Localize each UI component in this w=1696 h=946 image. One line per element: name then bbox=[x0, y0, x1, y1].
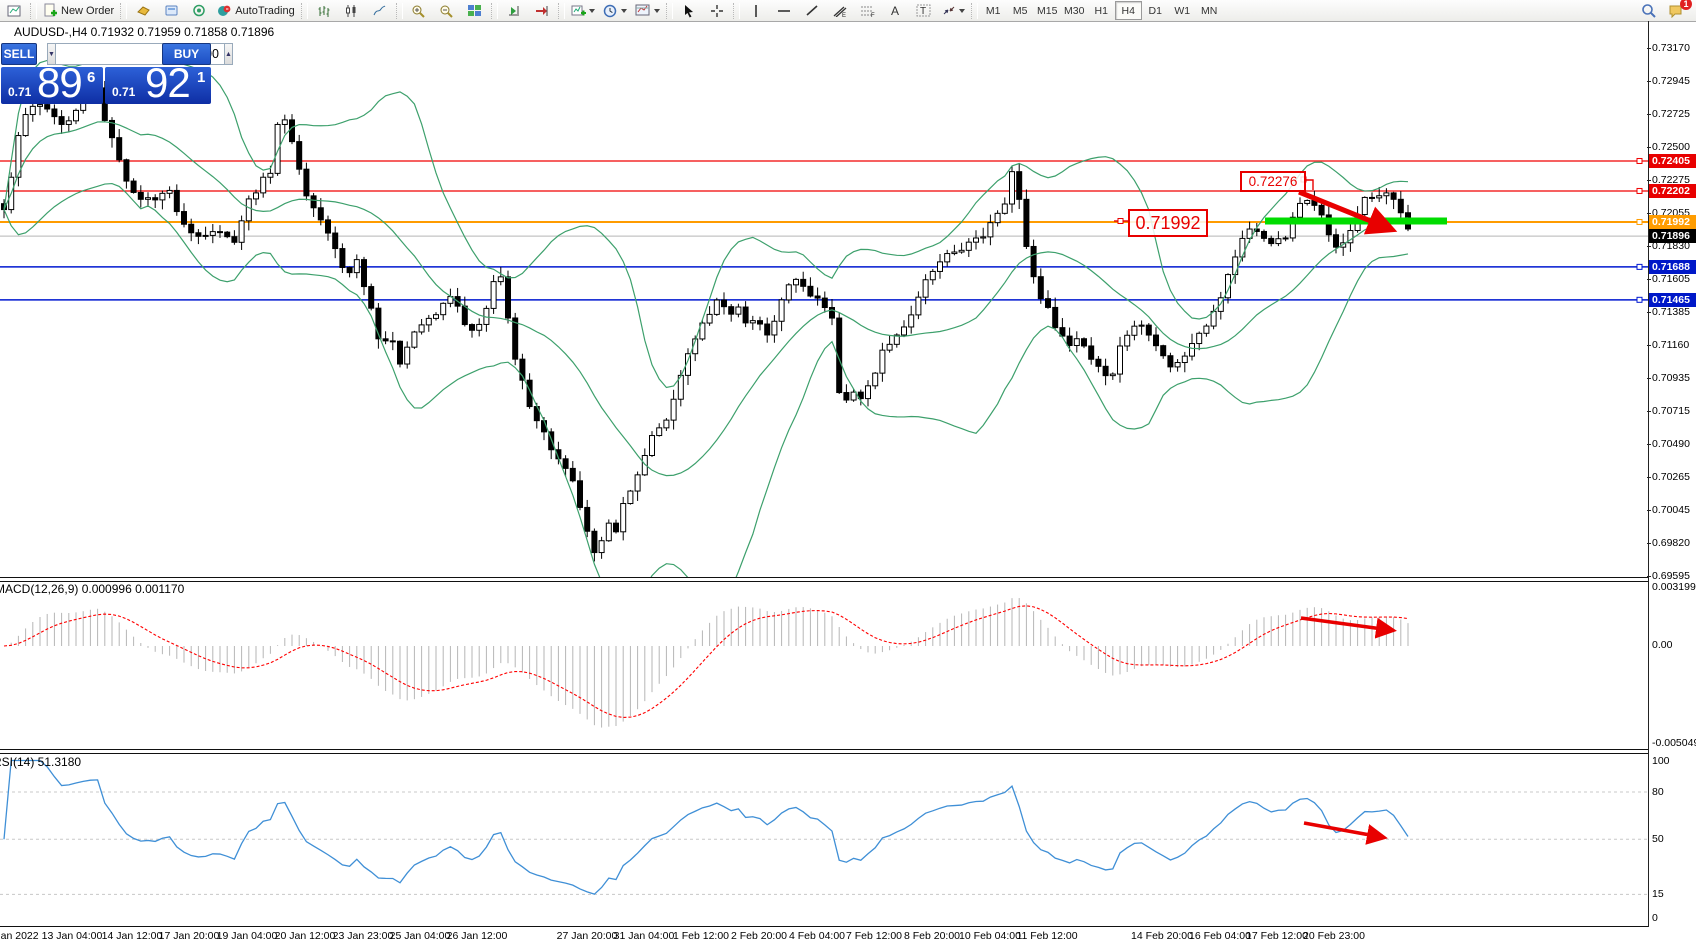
rsi-label: RSI(14) 51.3180 bbox=[0, 755, 81, 769]
time-label: 8 Feb 20:00 bbox=[904, 930, 960, 942]
price-tick-0.73170: 0.73170 bbox=[1652, 42, 1690, 54]
price-badge-0.71896: 0.71896 bbox=[1649, 229, 1696, 243]
macd-axis-max: 0.003199 bbox=[1652, 581, 1696, 593]
candles bbox=[2, 81, 1411, 561]
price-badge-0.71465: 0.71465 bbox=[1649, 293, 1696, 307]
macd-signal-line bbox=[4, 606, 1408, 718]
macd-axis-min: -0.005049 bbox=[1652, 737, 1696, 749]
time-label: 4 Feb 04:00 bbox=[789, 930, 845, 942]
price-badge-0.72202: 0.72202 bbox=[1649, 184, 1696, 198]
green-level-bar[interactable] bbox=[1265, 218, 1447, 225]
macd-axis-zero: 0.00 bbox=[1652, 639, 1672, 651]
price-tick-0.71385: 0.71385 bbox=[1652, 306, 1690, 318]
price-tick-0.72725: 0.72725 bbox=[1652, 108, 1690, 120]
price-tick-0.70045: 0.70045 bbox=[1652, 504, 1690, 516]
time-label: 2 Feb 20:00 bbox=[731, 930, 787, 942]
time-label: 25 Jan 04:00 bbox=[390, 930, 451, 942]
volume-decrease-button[interactable]: ▼ bbox=[47, 43, 56, 65]
price-tick-0.70715: 0.70715 bbox=[1652, 405, 1690, 417]
trend-arrow-rsi[interactable] bbox=[1304, 823, 1381, 837]
level-handle[interactable] bbox=[1637, 297, 1642, 302]
price-tick-0.69820: 0.69820 bbox=[1652, 537, 1690, 549]
sell-button[interactable]: SELL bbox=[1, 43, 37, 65]
mt4-terminal: New Order AutoTrading bbox=[0, 0, 1696, 946]
level-handle[interactable] bbox=[1637, 219, 1642, 224]
time-label: 20 Feb 23:00 bbox=[1303, 930, 1365, 942]
price-badge-0.72405: 0.72405 bbox=[1649, 154, 1696, 168]
chart-title: AUDUSD-,H4 0.71932 0.71959 0.71858 0.718… bbox=[14, 25, 274, 39]
volume-increase-button[interactable]: ▲ bbox=[224, 43, 233, 65]
price-tick-0.72945: 0.72945 bbox=[1652, 75, 1690, 87]
time-axis-separator bbox=[0, 926, 1648, 927]
rsi-axis-100: 100 bbox=[1652, 755, 1670, 767]
time-label: 16 Feb 04:00 bbox=[1189, 930, 1251, 942]
price-tick-0.70490: 0.70490 bbox=[1652, 438, 1690, 450]
level-handle[interactable] bbox=[1637, 188, 1642, 193]
level-handle[interactable] bbox=[1637, 158, 1642, 163]
support-annotation[interactable]: 0.71992 bbox=[1128, 209, 1208, 237]
level-handle[interactable] bbox=[1637, 264, 1642, 269]
rsi-line bbox=[4, 761, 1408, 895]
chart-canvas[interactable] bbox=[0, 0, 1696, 946]
sell-price-prefix: 0.71 bbox=[8, 85, 31, 99]
buy-price-pip: 1 bbox=[197, 69, 205, 86]
rsi-axis-80: 80 bbox=[1652, 786, 1664, 798]
time-label: 14 Feb 20:00 bbox=[1131, 930, 1193, 942]
time-label: 31 Jan 04:00 bbox=[614, 930, 675, 942]
time-label: 1 Feb 12:00 bbox=[673, 930, 729, 942]
price-badge-0.71688: 0.71688 bbox=[1649, 260, 1696, 274]
price-tick-0.70935: 0.70935 bbox=[1652, 372, 1690, 384]
one-click-trading-panel: SELL ▼ ▲ BUY 0.71 89 6 0.71 92 1 bbox=[1, 43, 211, 104]
buy-button[interactable]: BUY bbox=[162, 43, 211, 65]
price-tick-0.71605: 0.71605 bbox=[1652, 273, 1690, 285]
rsi-axis-50: 50 bbox=[1652, 833, 1664, 845]
time-label: 27 Jan 20:00 bbox=[557, 930, 618, 942]
panel-separator-macd[interactable] bbox=[0, 577, 1648, 582]
sell-price-display[interactable]: 0.71 89 6 bbox=[1, 67, 103, 104]
price-tick-0.70265: 0.70265 bbox=[1652, 471, 1690, 483]
price-tick-0.72500: 0.72500 bbox=[1652, 141, 1690, 153]
buy-price-main: 92 bbox=[145, 67, 190, 104]
time-label: 23 Jan 23:00 bbox=[333, 930, 394, 942]
time-label: 14 Jan 12:00 bbox=[102, 930, 163, 942]
time-label: 11 Feb 12:00 bbox=[1016, 930, 1077, 942]
panel-separator-rsi[interactable] bbox=[0, 749, 1648, 754]
price-tick-0.69595: 0.69595 bbox=[1652, 570, 1690, 582]
rsi-axis-15: 15 bbox=[1652, 888, 1664, 900]
time-label: 7 Feb 12:00 bbox=[846, 930, 902, 942]
macd-label: MACD(12,26,9) 0.000996 0.001170 bbox=[0, 582, 184, 596]
time-label: 26 Jan 12:00 bbox=[447, 930, 508, 942]
buy-price-prefix: 0.71 bbox=[112, 85, 135, 99]
time-label: 10 Feb 04:00 bbox=[959, 930, 1021, 942]
time-label: Jan 2022 bbox=[0, 930, 39, 942]
macd-histogram bbox=[4, 598, 1408, 728]
time-label: 19 Jan 04:00 bbox=[217, 930, 278, 942]
annotation-handle[interactable] bbox=[1118, 219, 1123, 224]
time-label: 20 Jan 12:00 bbox=[275, 930, 336, 942]
bollinger-middle bbox=[4, 122, 1408, 476]
sell-price-main: 89 bbox=[37, 67, 82, 104]
price-tick-0.71160: 0.71160 bbox=[1652, 339, 1689, 351]
buy-price-display[interactable]: 0.71 92 1 bbox=[105, 67, 211, 104]
bollinger-lower bbox=[4, 184, 1408, 612]
resistance-annotation[interactable]: 0.72276 bbox=[1240, 171, 1306, 192]
sell-price-pip: 6 bbox=[87, 69, 95, 86]
rsi-axis-0: 0 bbox=[1652, 912, 1658, 924]
time-label: 17 Jan 20:00 bbox=[159, 930, 220, 942]
time-label: 13 Jan 04:00 bbox=[42, 930, 103, 942]
price-badge-0.71992: 0.71992 bbox=[1649, 215, 1696, 229]
time-label: 17 Feb 12:00 bbox=[1246, 930, 1308, 942]
